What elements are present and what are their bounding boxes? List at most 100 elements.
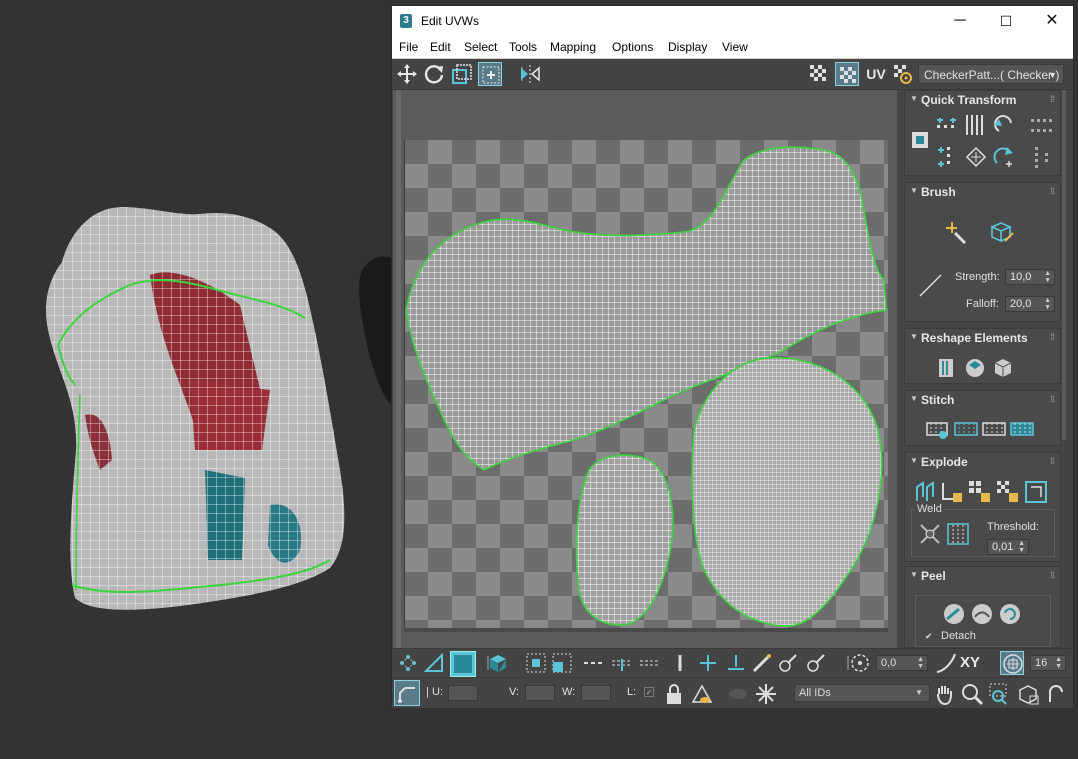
- reset-peel-icon[interactable]: [997, 601, 1023, 627]
- grid-size-input[interactable]: 16 ▲ ▼: [1030, 655, 1066, 671]
- quick-peel-icon[interactable]: [941, 601, 967, 627]
- flatten-by-smoothing-groups-icon[interactable]: [939, 479, 965, 505]
- drag-grip-icon[interactable]: ⁞⁞: [1050, 186, 1055, 196]
- straighten-icon[interactable]: [963, 145, 989, 171]
- distribute-vertical-icon[interactable]: [1029, 145, 1055, 171]
- show-map-icon[interactable]: [835, 62, 859, 86]
- drag-grip-icon[interactable]: ⁞⁞: [1050, 94, 1055, 104]
- flatten-by-polygon-angle-icon[interactable]: [913, 479, 939, 505]
- align-vertical-icon[interactable]: [935, 145, 961, 171]
- scale-tool-icon[interactable]: [450, 62, 474, 86]
- align-vertical-lines-icon[interactable]: [963, 113, 989, 139]
- rotate-ccw-90-icon[interactable]: [991, 113, 1017, 139]
- panel-scrollbar[interactable]: [1062, 90, 1066, 440]
- soft-selection-falloff-icon[interactable]: [934, 651, 958, 675]
- freeze-icon[interactable]: [754, 682, 778, 706]
- zoom-extents-icon[interactable]: [1016, 682, 1040, 706]
- freeform-mode-icon[interactable]: [478, 62, 502, 86]
- lock-l-checkbox[interactable]: ✓: [644, 687, 654, 697]
- pan-hand-icon[interactable]: [932, 682, 956, 706]
- grow-selection-icon[interactable]: [524, 651, 548, 675]
- ring-shrink-icon[interactable]: [610, 651, 634, 675]
- menu-display[interactable]: Display: [668, 40, 707, 54]
- uv-vertical-scrollbar[interactable]: [396, 90, 401, 648]
- brush-falloff-curve-icon[interactable]: [917, 271, 945, 299]
- hide-selected-icon[interactable]: [690, 682, 714, 706]
- grid-snap-icon[interactable]: [1000, 651, 1024, 675]
- stitch-to-target-icon[interactable]: [953, 417, 979, 443]
- spinner-arrows-icon[interactable]: ▲ ▼: [1018, 540, 1025, 554]
- straighten-selection-icon[interactable]: [935, 355, 961, 381]
- detach-checkbox[interactable]: ✔: [925, 631, 935, 641]
- shrink-selection-icon[interactable]: [550, 651, 574, 675]
- distribute-horizontal-icon[interactable]: [1029, 113, 1055, 139]
- threshold-spinner[interactable]: 0,01 ▲ ▼: [987, 539, 1029, 555]
- loop-select-icon[interactable]: [696, 651, 720, 675]
- v-input[interactable]: [525, 685, 555, 701]
- spinner-arrows-icon[interactable]: ▲ ▼: [1044, 297, 1051, 311]
- close-button[interactable]: ✕: [1029, 6, 1075, 36]
- loop-grow-icon[interactable]: [638, 651, 662, 675]
- checker-pattern-toggle-icon[interactable]: [807, 62, 831, 86]
- zoom-region-icon[interactable]: [988, 682, 1012, 706]
- relax-custom-icon[interactable]: [991, 355, 1017, 381]
- ring-select-icon[interactable]: [724, 651, 748, 675]
- relax-brush-icon[interactable]: [987, 219, 1015, 247]
- peel-mode-icon[interactable]: [969, 601, 995, 627]
- spinner-arrows-icon[interactable]: ▲ ▼: [917, 656, 924, 670]
- w-input[interactable]: [581, 685, 611, 701]
- pan-rotate-icon[interactable]: [1044, 682, 1068, 706]
- title-bar[interactable]: 3 Edit UVWs ─ ☐ ✕: [392, 6, 1073, 36]
- maximize-button[interactable]: ☐: [983, 6, 1029, 36]
- zoom-icon[interactable]: [960, 682, 984, 706]
- edge-select-icon[interactable]: [422, 651, 446, 675]
- spinner-arrows-icon[interactable]: ▲ ▼: [1055, 656, 1062, 670]
- relax-icon[interactable]: [963, 355, 989, 381]
- paint-select-shrink-icon[interactable]: [804, 651, 828, 675]
- flatten-custom-icon[interactable]: [995, 479, 1021, 505]
- angle-input[interactable]: 0,0 ▲ ▼: [876, 655, 928, 671]
- menu-options[interactable]: Options: [612, 40, 653, 54]
- reshape-elements-header[interactable]: ▼ Reshape Elements ⁞⁞: [905, 329, 1060, 347]
- filter-selected-faces-icon[interactable]: [726, 682, 750, 706]
- weld-target-icon[interactable]: [945, 521, 971, 547]
- brush-header[interactable]: ▼ Brush ⁞⁞: [905, 183, 1060, 201]
- explode-header[interactable]: ▼ Explode ⁞⁞: [905, 453, 1060, 471]
- menu-mapping[interactable]: Mapping: [550, 40, 596, 54]
- paint-select-grow-icon[interactable]: [776, 651, 800, 675]
- peel-header[interactable]: ▼ Peel ⁞⁞: [905, 567, 1060, 585]
- menu-file[interactable]: File: [399, 40, 418, 54]
- align-center-icon[interactable]: [911, 131, 929, 149]
- paint-brush-icon[interactable]: [943, 219, 971, 247]
- break-icon[interactable]: [1023, 479, 1049, 505]
- stitch-header[interactable]: ▼ Stitch ⁞⁞: [905, 391, 1060, 409]
- map-settings-icon[interactable]: [891, 62, 915, 86]
- uv-editor-viewport[interactable]: [393, 90, 897, 648]
- spinner-arrows-icon[interactable]: ▲ ▼: [1044, 270, 1051, 284]
- menu-select[interactable]: Select: [464, 40, 497, 54]
- menu-edit[interactable]: Edit: [430, 40, 451, 54]
- move-tool-icon[interactable]: [395, 62, 419, 86]
- uv-horizontal-scrollbar[interactable]: [404, 628, 888, 632]
- stitch-to-source-icon[interactable]: [1009, 417, 1035, 443]
- loop-shrink-icon[interactable]: [668, 651, 692, 675]
- texture-dropdown[interactable]: CheckerPatt...( Checker ) ▼: [918, 64, 1064, 84]
- polygon-select-icon[interactable]: [450, 651, 476, 677]
- absolute-offset-mode-icon[interactable]: [394, 680, 420, 706]
- drag-grip-icon[interactable]: ⁞⁞: [1050, 570, 1055, 580]
- uv-mode-toggle[interactable]: UV: [863, 62, 889, 86]
- minimize-button[interactable]: ─: [937, 6, 983, 36]
- rotate-angle-icon[interactable]: [848, 651, 872, 675]
- align-horizontal-icon[interactable]: [935, 113, 961, 139]
- vertex-select-icon[interactable]: [396, 651, 420, 675]
- mirror-tool-icon[interactable]: [518, 62, 542, 86]
- paint-select-icon[interactable]: [750, 651, 774, 675]
- material-ids-dropdown[interactable]: All IDs ▼: [794, 684, 930, 702]
- falloff-spinner[interactable]: 20,0 ▲ ▼: [1005, 296, 1055, 312]
- quick-transform-header[interactable]: ▼ Quick Transform ⁞⁞: [905, 91, 1060, 109]
- drag-grip-icon[interactable]: ⁞⁞: [1050, 456, 1055, 466]
- drag-grip-icon[interactable]: ⁞⁞: [1050, 332, 1055, 342]
- menu-tools[interactable]: Tools: [509, 40, 537, 54]
- stitch-average-icon[interactable]: [981, 417, 1007, 443]
- u-input[interactable]: [448, 685, 478, 701]
